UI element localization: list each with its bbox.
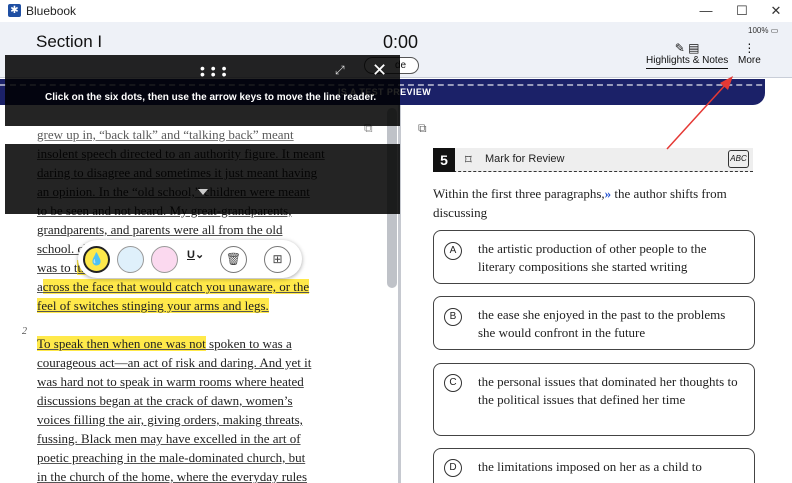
choice-text: the artistic production of other people … xyxy=(478,241,707,274)
battery-icon: ▭ xyxy=(770,26,779,35)
more-vertical-icon: ⋮ xyxy=(743,41,756,55)
app-title: Bluebook xyxy=(26,4,77,18)
passage-line[interactable]: across the face that would catch you una… xyxy=(37,277,337,296)
choice-text: the ease she enjoyed in the past to the … xyxy=(478,307,726,340)
passage-line[interactable]: poetic preaching in the male-dominated c… xyxy=(37,448,337,467)
choice-text: the limitations imposed on her as a chil… xyxy=(478,459,702,474)
passage-text-segment[interactable]: fussing. Black men may have excelled in … xyxy=(37,431,301,446)
window-titlebar: ✱ Bluebook — ☐ ✕ xyxy=(0,0,792,22)
expand-icon[interactable]: ⤢ xyxy=(335,63,345,78)
answer-choice-d[interactable]: D the limitations imposed on her as a ch… xyxy=(433,448,755,483)
more-button[interactable]: ⋮ More xyxy=(738,41,761,68)
passage-line[interactable]: in the church of the home, where the eve… xyxy=(37,467,337,483)
highlights-notes-label: Highlights & Notes xyxy=(646,55,729,69)
highlighted-text[interactable]: feel of switches stinging your arms and … xyxy=(37,298,269,313)
passage-text-segment[interactable]: voices filling the air, giving orders, m… xyxy=(37,412,303,427)
answer-eliminator-button[interactable]: ABC xyxy=(728,150,749,168)
bookmark-icon[interactable]: ⌑ xyxy=(465,152,472,168)
passage-line[interactable]: fussing. Black men may have excelled in … xyxy=(37,429,337,448)
minimize-button[interactable]: — xyxy=(692,2,720,20)
blue-highlight-button[interactable] xyxy=(117,246,144,273)
choice-letter: B xyxy=(444,308,462,326)
bluebook-app: ✱ Bluebook — ☐ ✕ Section I 0:00 de 100% … xyxy=(0,0,792,483)
expand-question-icon[interactable]: ⧉ xyxy=(418,121,427,136)
line-reader-window xyxy=(16,126,386,144)
paragraph-number: 2 xyxy=(22,326,27,337)
pen-notes-icon: ✎ ▤ xyxy=(674,41,700,55)
passage-text-segment[interactable]: grandparents, and parents were all from … xyxy=(37,222,282,237)
passage-text-segment[interactable]: discussions began at the crack of dawn, … xyxy=(37,393,293,408)
underline-style-button[interactable]: U⌄ xyxy=(187,248,204,261)
question-stem: Within the first three paragraphs,» the … xyxy=(433,186,727,220)
passage-text-segment[interactable]: a xyxy=(37,279,43,294)
passage-line[interactable] xyxy=(37,315,337,334)
choice-letter: C xyxy=(444,374,462,392)
note-plus-icon: ⊞ xyxy=(272,252,283,266)
answer-choice-a[interactable]: A the artistic production of other peopl… xyxy=(433,230,755,284)
passage-text-segment[interactable]: in the church of the home, where the eve… xyxy=(37,469,307,483)
answer-choice-b[interactable]: B the ease she enjoyed in the past to th… xyxy=(433,296,755,350)
close-line-reader-icon[interactable]: ✕ xyxy=(372,60,387,81)
maximize-button[interactable]: ☐ xyxy=(728,2,756,20)
passage-line[interactable]: grandparents, and parents were all from … xyxy=(37,220,337,239)
battery-status: 100% ▭ xyxy=(748,26,779,35)
passage-text-segment[interactable]: poetic preaching in the male-dominated c… xyxy=(37,450,305,465)
six-dots-drag-icon[interactable]: • • • • • • xyxy=(200,61,227,81)
close-window-button[interactable]: ✕ xyxy=(762,2,790,20)
passage-text-segment[interactable]: courageous act—an act of risk and daring… xyxy=(37,355,311,370)
choice-text: the personal issues that dominated her t… xyxy=(478,374,738,407)
add-note-button[interactable]: ⊞ xyxy=(264,246,291,273)
yellow-highlight-button[interactable]: 💧 xyxy=(83,246,110,273)
highlight-toolbar: 💧 U⌄ 🗑 ⊞ xyxy=(78,240,302,278)
question-header: 5 ⌑ Mark for Review ABC xyxy=(433,148,753,172)
passage-text-segment[interactable]: was to t xyxy=(37,260,77,275)
mark-for-review-button[interactable]: Mark for Review xyxy=(485,153,564,165)
timer: 0:00 xyxy=(383,32,419,52)
passage-text-segment[interactable]: spoken to was a xyxy=(206,336,292,351)
trash-icon: 🗑 xyxy=(225,252,242,266)
passage-text-segment[interactable]: school. xyxy=(37,241,77,256)
section-title: Section I xyxy=(36,32,103,51)
passage-line[interactable]: courageous act—an act of risk and daring… xyxy=(37,353,337,372)
line-reader-instruction: Click on the six dots, then use the arro… xyxy=(45,92,377,103)
pink-highlight-button[interactable] xyxy=(151,246,178,273)
delete-highlight-button[interactable]: 🗑 xyxy=(220,246,247,273)
highlighted-text[interactable]: cross the face that would catch you unaw… xyxy=(42,279,310,294)
more-label: More xyxy=(738,55,761,66)
line-reader-top-mask[interactable]: • • • • • • ⤢ ✕ Click on the six dots, th… xyxy=(5,55,400,126)
resize-caret-icon[interactable] xyxy=(198,189,208,195)
choice-letter: A xyxy=(444,242,462,260)
highlighted-text[interactable]: To speak then when one was not xyxy=(37,336,206,351)
droplet-icon: 💧 xyxy=(89,252,104,266)
passage-line[interactable]: To speak then when one was not spoken to… xyxy=(37,334,337,353)
passage-line[interactable]: feel of switches stinging your arms and … xyxy=(37,296,337,315)
line-reader-bottom-mask[interactable] xyxy=(5,144,400,214)
passage-line[interactable]: was hard not to speak in warm rooms wher… xyxy=(37,372,337,391)
highlights-notes-button[interactable]: ✎ ▤ Highlights & Notes xyxy=(646,41,729,69)
passage-line[interactable]: discussions began at the crack of dawn, … xyxy=(37,391,337,410)
answer-choice-c[interactable]: C the personal issues that dominated her… xyxy=(433,363,755,436)
choice-letter: D xyxy=(444,459,462,477)
question-number: 5 xyxy=(433,148,455,172)
bluebook-logo-icon: ✱ xyxy=(8,4,21,17)
passage-text-segment[interactable]: was hard not to speak in warm rooms wher… xyxy=(37,374,304,389)
passage-line[interactable]: voices filling the air, giving orders, m… xyxy=(37,410,337,429)
